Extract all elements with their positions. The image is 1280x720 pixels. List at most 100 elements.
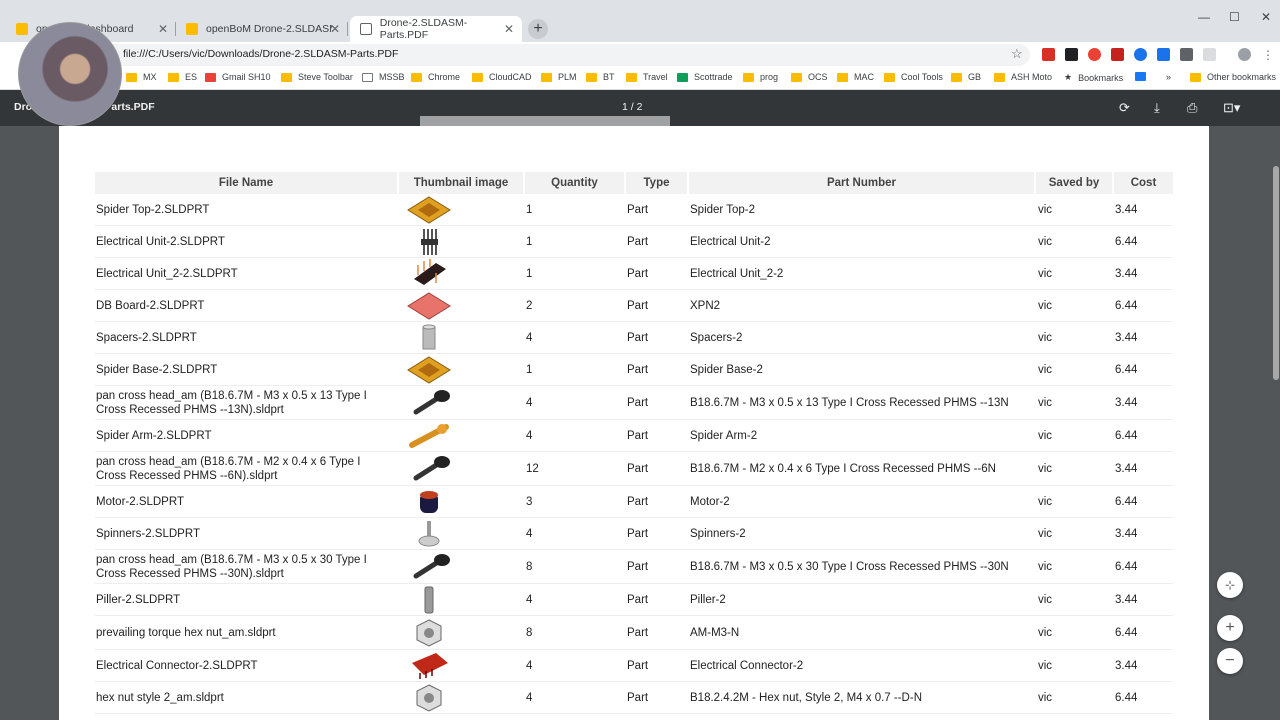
download-icon[interactable]: ⤓ [1154,100,1160,116]
extension-icon[interactable] [1134,48,1147,61]
tab-label: openBoM Drone-2.SLDASM-Parts [206,23,332,35]
folder-icon [884,72,895,82]
close-window-icon[interactable]: ✕ [1261,10,1271,24]
page-indicator[interactable]: 1 / 2 [622,101,642,113]
cut-off-heading [420,116,670,126]
bookmark-item[interactable]: prog [743,72,778,82]
bookmark-item[interactable]: ES [168,72,197,82]
cell-quantity: 1 [526,236,533,248]
new-tab-button[interactable]: + [528,19,548,39]
extension-icon[interactable] [1065,48,1078,61]
bookmark-item[interactable]: Chrome [411,72,460,82]
bookmark-star-icon[interactable]: ☆ [1011,46,1023,62]
print-icon[interactable]: ⎙ [1187,100,1197,116]
rotate-icon[interactable]: ⟳ [1119,100,1130,116]
bookmark-item[interactable]: OCS [791,72,828,82]
scrollbar[interactable] [1272,126,1280,720]
url-text[interactable]: file:///C:/Users/vic/Downloads/Drone-2.S… [123,48,398,60]
extension-icon[interactable] [1088,48,1101,61]
cell-type: Part [627,364,649,376]
zoom-in-button[interactable]: + [1217,615,1243,641]
close-tab-icon[interactable]: ✕ [330,22,340,36]
extension-icon[interactable] [1180,48,1193,61]
cell-part-number: AM-M3-N [690,627,740,639]
part-thumbnail-icon [406,227,452,257]
col-header-cost: Cost [1114,172,1173,194]
cell-part-number: B18.6.7M - M3 x 0.5 x 30 Type I Cross Re… [690,561,1009,573]
cell-quantity: 2 [526,300,533,312]
bookmark-item[interactable]: Scottrade [677,72,733,82]
more-bookmarks-icon[interactable]: » [1166,72,1171,82]
zoom-out-button[interactable]: − [1217,648,1243,674]
profile-avatar-icon[interactable] [1238,48,1251,61]
cell-part-number: B18.6.7M - M3 x 0.5 x 13 Type I Cross Re… [690,397,1009,409]
col-header-quantity: Quantity [525,172,624,194]
tab-openbom-parts[interactable]: openBoM Drone-2.SLDASM-Parts ✕ [176,16,348,42]
folder-icon [281,72,292,82]
bookmark-item[interactable]: BT [586,72,615,82]
cell-quantity: 4 [526,692,533,704]
extension-icon[interactable] [1203,48,1216,61]
bookmark-menu-icon[interactable]: ⊡▾ [1223,100,1240,116]
scrollbar-thumb[interactable] [1273,166,1279,380]
bookmark-item[interactable]: ASH Moto [994,72,1052,82]
cell-saved-by: vic [1038,528,1053,540]
extension-icon[interactable] [1042,48,1055,61]
cell-quantity: 1 [526,268,533,280]
bookmark-item[interactable]: Gmail SH10 [205,72,271,82]
cell-file-name: prevailing torque hex nut_am.sldprt [96,627,276,639]
bookmark-item[interactable]: MSSB [362,72,405,82]
cell-cost: 6.44 [1115,627,1138,639]
part-thumbnail-icon [406,519,452,549]
cell-saved-by: vic [1038,594,1053,606]
bookmark-item[interactable]: Steve Toolbar [281,72,353,82]
cell-file-name: Electrical Connector-2.SLDPRT [96,660,258,672]
cell-quantity: 1 [526,364,533,376]
cell-saved-by: vic [1038,204,1053,216]
cell-type: Part [627,268,649,280]
bookmark-item[interactable]: GB [951,72,981,82]
cell-type: Part [627,660,649,672]
bookmark-item[interactable]: PLM [541,72,577,82]
menu-dots-icon[interactable]: ⋮ [1262,48,1275,62]
extension-icon[interactable] [1111,48,1124,61]
cell-part-number: B18.2.4.2M - Hex nut, Style 2, M4 x 0.7 … [690,692,922,704]
bookmark-item[interactable]: Cool Tools [884,72,943,82]
bookmark-item[interactable] [1135,72,1152,81]
cell-type: Part [627,463,649,475]
cell-type: Part [627,561,649,573]
part-thumbnail-icon [406,388,452,418]
folder-icon [168,72,179,82]
bookmark-item[interactable]: MAC [837,72,874,82]
cell-part-number: Spinners-2 [690,528,746,540]
close-tab-icon[interactable]: ✕ [158,22,168,36]
col-header-type: Type [626,172,687,194]
bookmark-item[interactable]: MX [126,72,157,82]
close-tab-icon[interactable]: ✕ [504,22,514,36]
minimize-icon[interactable]: — [1198,10,1210,24]
cell-type: Part [627,300,649,312]
cell-cost: 6.44 [1115,300,1138,312]
maximize-icon[interactable]: ☐ [1229,10,1240,24]
tab-pdf[interactable]: Drone-2.SLDASM-Parts.PDF ✕ [350,16,522,42]
cell-saved-by: vic [1038,397,1053,409]
bookmark-item[interactable]: Other bookmarks [1190,72,1276,82]
cell-saved-by: vic [1038,692,1053,704]
cell-cost: 6.44 [1115,236,1138,248]
fit-page-button[interactable]: ⊹ [1217,572,1243,598]
cell-file-name: Electrical Unit-2.SLDPRT [96,236,225,248]
cell-saved-by: vic [1038,364,1053,376]
part-thumbnail-icon [406,651,452,681]
bookmark-item[interactable]: Travel [626,72,668,82]
cell-cost: 3.44 [1115,204,1138,216]
bookmark-item[interactable]: CloudCAD [472,72,532,82]
facebook-icon [1135,72,1146,81]
folder-icon [541,72,552,82]
cell-file-name: Spinners-2.SLDPRT [96,528,200,540]
cell-part-number: Spacers-2 [690,332,743,344]
bookmark-item[interactable]: ★ Bookmarks [1064,72,1123,83]
part-thumbnail-icon [406,683,452,713]
part-thumbnail-icon [406,585,452,615]
cell-cost: 3.44 [1115,660,1138,672]
extension-icon[interactable] [1157,48,1170,61]
